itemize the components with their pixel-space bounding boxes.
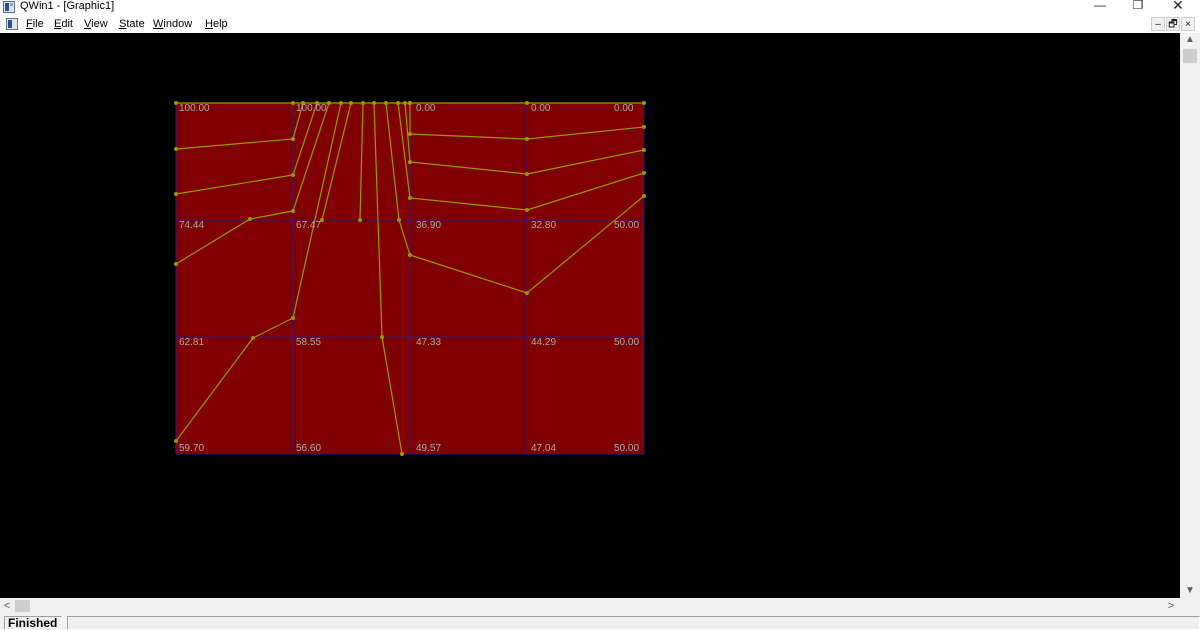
node-label: 36.90 — [416, 220, 441, 231]
node-label: 62.81 — [179, 337, 204, 348]
node-label: 59.70 — [179, 443, 204, 454]
contour-point — [408, 132, 412, 136]
close-button[interactable]: ✕ — [1158, 0, 1198, 12]
node-label: 58.55 — [296, 337, 321, 348]
contour-point — [396, 101, 400, 105]
status-text: Finished — [4, 616, 62, 630]
vertical-scroll-thumb[interactable] — [1183, 49, 1197, 63]
field-plot: 100.00 100.00 0.00 0.00 0.00 74.44 67.47 36.90 3… — [174, 101, 646, 456]
app-icon[interactable] — [3, 1, 15, 13]
contour-point — [248, 217, 252, 221]
contour-point — [174, 147, 178, 151]
contour-point — [291, 316, 295, 320]
contour-point — [525, 208, 529, 212]
menu-state[interactable]: State — [119, 17, 145, 31]
contour-point — [327, 101, 331, 105]
node-label: 0.00 — [614, 103, 634, 114]
status-bar: Finished — [0, 614, 1200, 630]
vertical-scrollbar[interactable]: ▲ ▼ — [1180, 33, 1200, 598]
contour-point — [525, 291, 529, 295]
contour-point — [525, 101, 529, 105]
contour-point — [408, 160, 412, 164]
contour-point — [174, 262, 178, 266]
graphic-canvas[interactable]: 100.00 100.00 0.00 0.00 0.00 74.44 67.47 36.90 3… — [0, 33, 1180, 598]
contour-point — [408, 253, 412, 257]
minimize-button[interactable]: — — [1080, 0, 1120, 12]
node-label: 74.44 — [179, 220, 204, 231]
menu-view[interactable]: View — [84, 17, 108, 31]
contour-point — [525, 137, 529, 141]
scroll-up-icon[interactable]: ▲ — [1180, 33, 1200, 47]
contour-point — [174, 101, 178, 105]
contour-point — [642, 171, 646, 175]
contour-point — [400, 452, 404, 456]
node-label: 49.57 — [416, 443, 441, 454]
node-label: 50.00 — [614, 443, 639, 454]
horizontal-scroll-thumb[interactable] — [15, 600, 30, 612]
contour-point — [642, 101, 646, 105]
node-label: 100.00 — [296, 103, 327, 114]
window-title: QWin1 - [Graphic1] — [20, 0, 115, 12]
contour-point — [408, 101, 412, 105]
contour-point — [642, 148, 646, 152]
node-label: 0.00 — [531, 103, 551, 114]
contour-point — [358, 218, 362, 222]
contour-point — [403, 101, 407, 105]
contour-point — [397, 218, 401, 222]
contour-point — [372, 101, 376, 105]
node-label: 44.29 — [531, 337, 556, 348]
menu-window[interactable]: Window — [153, 17, 192, 31]
contour-point — [642, 125, 646, 129]
contour-point — [291, 101, 295, 105]
menu-bar: File Edit View State Window Help — [0, 16, 1200, 33]
horizontal-scrollbar[interactable]: < > — [0, 598, 1180, 614]
document-icon[interactable] — [6, 18, 18, 30]
contour-point — [174, 439, 178, 443]
node-label: 100.00 — [179, 103, 210, 114]
contour-point — [291, 137, 295, 141]
contour-point — [349, 101, 353, 105]
contour-point — [361, 101, 365, 105]
child-restore-button[interactable]: 🗗 — [1166, 17, 1180, 31]
scroll-right-icon[interactable]: > — [1164, 598, 1178, 614]
contour-point — [642, 194, 646, 198]
contour-point — [380, 335, 384, 339]
scroll-down-icon[interactable]: ▼ — [1180, 584, 1200, 598]
contour-point — [174, 192, 178, 196]
node-label: 0.00 — [416, 103, 436, 114]
contour-point — [525, 172, 529, 176]
node-label: 47.04 — [531, 443, 556, 454]
node-label: 50.00 — [614, 220, 639, 231]
menu-edit[interactable]: Edit — [54, 17, 73, 31]
title-bar: QWin1 - [Graphic1] — ❐ ✕ — [0, 0, 1200, 16]
node-label: 67.47 — [296, 220, 321, 231]
contour-point — [291, 209, 295, 213]
scroll-left-icon[interactable]: < — [0, 598, 14, 614]
contour-point — [339, 101, 343, 105]
contour-point — [251, 336, 255, 340]
menu-help[interactable]: Help — [205, 17, 228, 31]
menu-file[interactable]: File — [26, 17, 44, 31]
contour-point — [408, 196, 412, 200]
qwin-window: QWin1 - [Graphic1] — ❐ ✕ File Edit View … — [0, 0, 1200, 630]
node-label: 47.33 — [416, 337, 441, 348]
child-minimize-button[interactable]: – — [1151, 17, 1165, 31]
node-label: 56.60 — [296, 443, 321, 454]
contour-point — [291, 173, 295, 177]
contour-point — [384, 101, 388, 105]
node-label: 50.00 — [614, 337, 639, 348]
restore-button[interactable]: ❐ — [1118, 0, 1158, 12]
status-pane-secondary — [67, 616, 1200, 630]
node-label: 32.80 — [531, 220, 556, 231]
child-close-button[interactable]: × — [1181, 17, 1195, 31]
scrollbar-corner — [1180, 598, 1200, 614]
